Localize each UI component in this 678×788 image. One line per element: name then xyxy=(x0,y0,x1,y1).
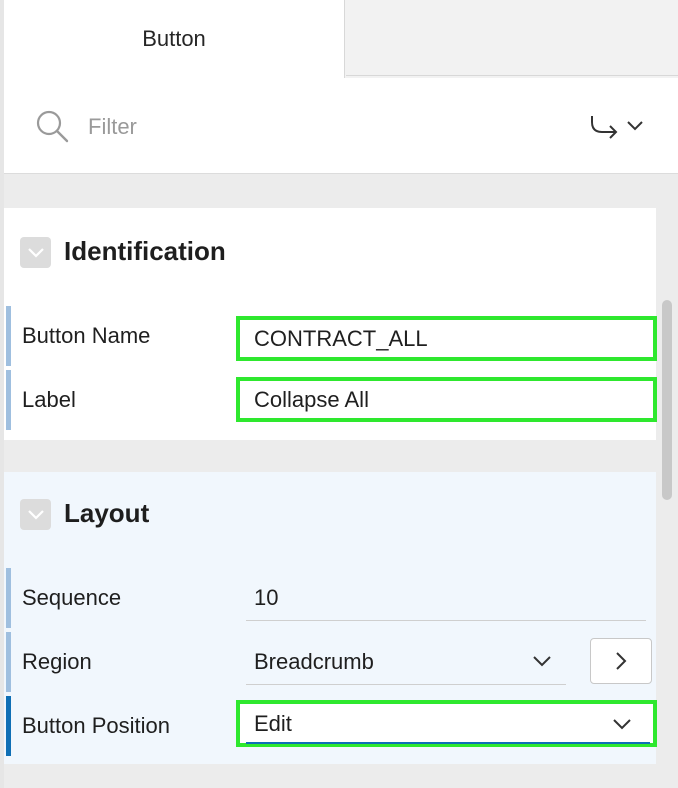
tab-empty-area xyxy=(346,0,678,76)
button-position-select[interactable]: Edit xyxy=(236,700,657,747)
button-name-value: CONTRACT_ALL xyxy=(254,325,428,351)
tab-button-label: Button xyxy=(142,26,206,51)
layout-title: Layout xyxy=(64,498,150,528)
chevron-down-icon[interactable] xyxy=(610,716,634,737)
sequence-field[interactable]: 10 xyxy=(254,585,278,611)
sequence-label: Sequence xyxy=(22,585,122,610)
region-underline xyxy=(246,684,566,685)
goto-region-button[interactable] xyxy=(590,638,652,684)
chevron-down-icon[interactable] xyxy=(530,653,554,674)
row-marker xyxy=(6,568,11,628)
label-value: Collapse All xyxy=(254,386,369,412)
button-name-field[interactable]: CONTRACT_ALL xyxy=(236,316,657,361)
chevron-down-icon xyxy=(27,509,44,520)
button-position-focus-line xyxy=(246,742,650,744)
button-position-value: Edit xyxy=(254,710,292,736)
button-name-label: Button Name xyxy=(22,323,151,348)
sequence-underline xyxy=(246,620,646,621)
section-gap xyxy=(4,174,678,208)
identification-collapse-button[interactable] xyxy=(20,237,51,268)
scrollbar-thumb[interactable] xyxy=(662,300,672,500)
label-label: Label xyxy=(22,387,76,412)
chevron-right-icon xyxy=(616,652,627,670)
identification-title: Identification xyxy=(64,236,226,266)
button-position-label: Button Position xyxy=(22,713,170,738)
tab-button[interactable]: Button xyxy=(4,0,345,78)
row-marker xyxy=(6,632,11,692)
layout-collapse-button[interactable] xyxy=(20,499,51,530)
row-marker xyxy=(6,306,11,366)
row-marker-active xyxy=(6,696,11,756)
chevron-down-icon xyxy=(27,247,44,258)
row-marker xyxy=(6,370,11,430)
goto-arrow-icon[interactable] xyxy=(586,110,646,144)
filter-input[interactable] xyxy=(86,108,550,146)
search-icon xyxy=(34,108,70,144)
region-select[interactable]: Breadcrumb xyxy=(254,649,374,675)
panel-bottom xyxy=(4,764,678,788)
section-gap xyxy=(4,440,678,472)
label-field[interactable]: Collapse All xyxy=(236,377,657,422)
region-label: Region xyxy=(22,649,92,674)
